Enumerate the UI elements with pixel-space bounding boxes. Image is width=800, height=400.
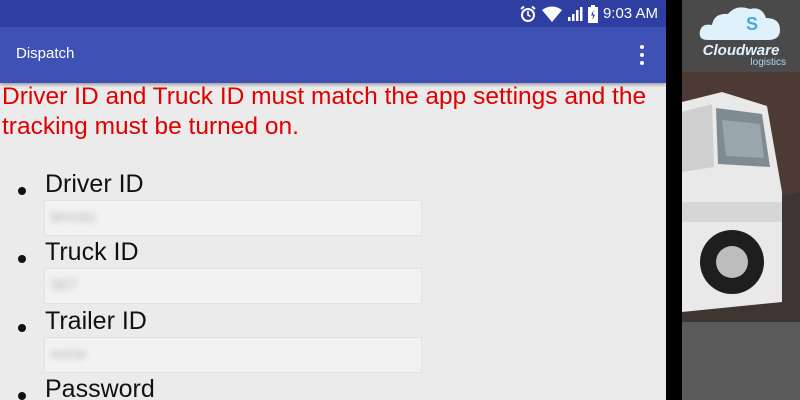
phone-screen: 9:03 AM Dispatch Driver ID and Truck ID … [0, 0, 666, 400]
driver-id-label: Driver ID [45, 170, 144, 198]
status-bar: 9:03 AM [0, 0, 666, 27]
trailer-id-label: Trailer ID [45, 307, 147, 335]
warning-message: Driver ID and Truck ID must match the ap… [2, 83, 647, 140]
app-bar: Dispatch [0, 27, 666, 83]
truck-image [682, 72, 800, 400]
driver-id-input[interactable]: bmoto [44, 200, 422, 236]
trailer-id-input[interactable]: none [44, 337, 422, 373]
bullet [18, 392, 26, 400]
svg-text:S: S [746, 14, 758, 34]
trailer-id-value: none [51, 346, 87, 363]
truck-id-value: 007 [51, 277, 78, 294]
cloudware-logo: S Cloudware logistics [682, 0, 800, 72]
alarm-icon [520, 5, 536, 22]
bullet [18, 255, 26, 263]
driver-id-value: bmoto [51, 209, 96, 226]
bullet [18, 324, 26, 332]
battery-icon [587, 4, 598, 23]
overflow-menu-icon[interactable] [634, 42, 650, 68]
logo-subtext: logistics [750, 57, 786, 68]
clock: 9:03 AM [602, 5, 658, 22]
cloud-icon: S [699, 7, 780, 41]
status-icons: 9:03 AM [519, 0, 658, 27]
bullet [18, 187, 26, 195]
app-title: Dispatch [16, 45, 75, 62]
truck-id-input[interactable]: 007 [44, 268, 422, 304]
password-label: Password [45, 375, 155, 400]
truck-id-label: Truck ID [45, 238, 139, 266]
signal-icon [567, 6, 583, 21]
sidebar-banner: S Cloudware logistics [682, 0, 800, 400]
wifi-icon [541, 6, 562, 22]
